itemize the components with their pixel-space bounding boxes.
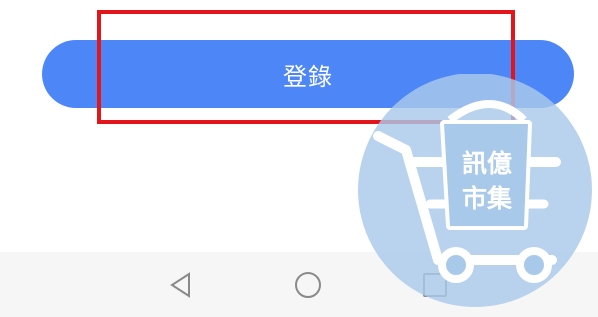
recents-square-icon	[423, 272, 447, 297]
watermark-text-line2: 市集	[462, 184, 513, 213]
back-button[interactable]	[151, 252, 211, 317]
home-button[interactable]	[278, 252, 338, 317]
home-circle-icon	[295, 271, 321, 298]
watermark-text-line1: 訊億	[462, 149, 512, 178]
recents-button[interactable]	[405, 252, 465, 317]
login-button[interactable]: 登錄	[42, 40, 574, 108]
login-button-label: 登錄	[283, 62, 333, 91]
login-screen: 登錄 訊億 市集	[0, 0, 598, 317]
system-navigation-bar	[0, 252, 598, 317]
back-triangle-icon	[170, 271, 190, 298]
